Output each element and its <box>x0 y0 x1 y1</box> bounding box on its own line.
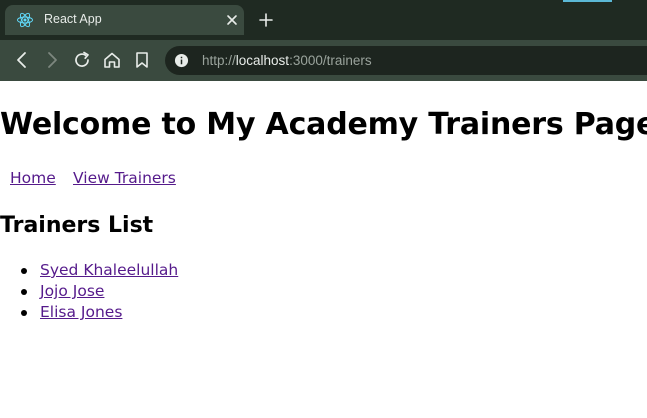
address-bar[interactable]: http://localhost:3000/trainers <box>165 46 647 75</box>
tab-strip: React App <box>0 0 647 40</box>
trainer-link[interactable]: Syed Khaleelullah <box>40 261 178 279</box>
nav-link-home[interactable]: Home <box>10 169 56 187</box>
bookmark-icon[interactable] <box>132 50 152 70</box>
list-item: Syed Khaleelullah <box>0 261 178 282</box>
bullet-icon <box>21 289 27 295</box>
forward-arrow-icon[interactable] <box>42 50 62 70</box>
back-arrow-icon[interactable] <box>12 50 32 70</box>
tab-title: React App <box>44 12 102 26</box>
site-info-icon[interactable] <box>174 53 189 68</box>
url-text: http://localhost:3000/trainers <box>202 53 372 68</box>
new-tab-plus-icon[interactable] <box>257 11 275 29</box>
list-item: Jojo Jose <box>0 282 178 303</box>
page-content: Welcome to My Academy Trainers Page Home… <box>0 81 647 418</box>
window-accent-strip <box>563 0 612 2</box>
bullet-icon <box>21 268 27 274</box>
section-title: Trainers List <box>0 213 154 238</box>
nav-link-view-trainers[interactable]: View Trainers <box>73 169 176 187</box>
trainers-list: Syed Khaleelullah Jojo Jose Elisa Jones <box>0 261 178 324</box>
react-atom-icon <box>17 12 33 28</box>
list-item: Elisa Jones <box>0 303 178 324</box>
bullet-icon <box>21 310 27 316</box>
browser-tab[interactable]: React App <box>5 5 244 35</box>
close-icon[interactable] <box>224 12 240 28</box>
page-title: Welcome to My Academy Trainers Page <box>0 107 647 142</box>
reload-icon[interactable] <box>72 50 92 70</box>
trainer-link[interactable]: Jojo Jose <box>40 282 104 300</box>
home-icon[interactable] <box>102 50 122 70</box>
trainer-link[interactable]: Elisa Jones <box>40 303 122 321</box>
